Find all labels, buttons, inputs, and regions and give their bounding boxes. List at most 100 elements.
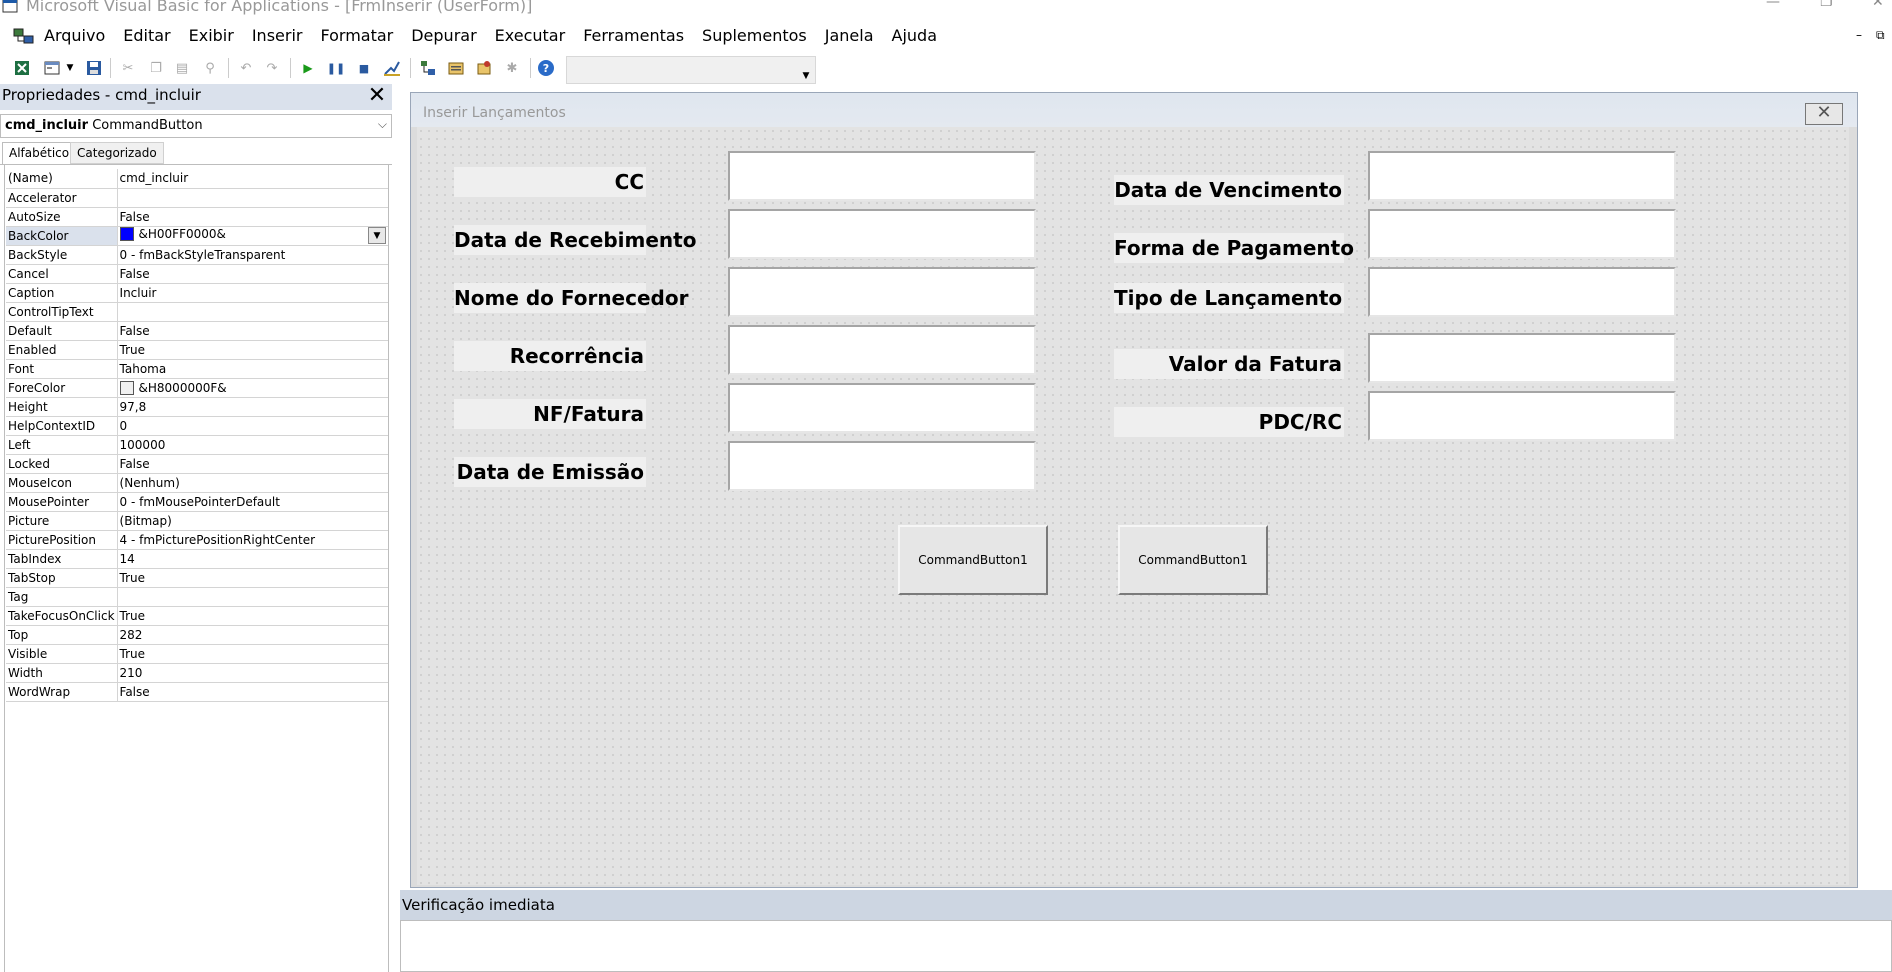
cut-icon[interactable]: ✂ [118,58,138,78]
excel-icon[interactable] [12,58,32,78]
property-value[interactable]: False [117,264,388,284]
property-row[interactable]: WordWrap False [6,682,388,702]
property-value[interactable]: False [117,207,388,227]
dropdown-arrow-icon[interactable]: ▼ [64,58,76,78]
command-button-1[interactable]: CommandButton1 [898,525,1048,595]
property-value[interactable]: 210 [117,663,388,683]
property-value[interactable]: (Nenhum) [117,473,388,493]
tab-alfabetico[interactable]: Alfabético [2,142,77,164]
property-value[interactable]: 282 [117,625,388,645]
property-row[interactable]: PicturePosition 4 - fmPicturePositionRigh… [6,530,388,550]
label-nome-fornecedor[interactable]: Nome do Fornecedor [454,283,688,313]
find-icon[interactable]: ⚲ [200,58,220,78]
label-data-vencimento[interactable]: Data de Vencimento [1114,175,1344,205]
property-row[interactable]: AutoSize False [6,207,388,227]
property-row[interactable]: Left 100000 [6,435,388,455]
property-row[interactable]: Picture (Bitmap) [6,511,388,531]
textbox-recorrencia[interactable] [728,325,1036,375]
menu-janela[interactable]: Janela [825,26,874,45]
property-row[interactable]: Width 210 [6,663,388,683]
object-selector[interactable]: cmd_incluir CommandButton ⌵ [0,114,392,138]
property-row[interactable]: Accelerator [6,188,388,208]
design-mode-icon[interactable] [382,58,402,78]
textbox-tipo-lancamento[interactable] [1368,267,1676,317]
help-icon[interactable]: ? [536,58,556,78]
insert-userform-icon[interactable] [42,58,62,78]
menu-suplementos[interactable]: Suplementos [702,26,807,45]
property-value[interactable]: True [117,340,388,360]
property-row[interactable]: TakeFocusOnClick True [6,606,388,626]
textbox-valor-fatura[interactable] [1368,333,1676,383]
property-value[interactable]: &H00FF0000& ▼ [117,226,388,246]
menu-arquivo[interactable]: Arquivo [44,26,105,45]
textbox-data-emissao[interactable] [728,441,1036,491]
redo-icon[interactable]: ↷ [262,58,282,78]
property-value[interactable]: 0 - fmMousePointerDefault [117,492,388,512]
property-row[interactable]: ControlTipText [6,302,388,322]
property-value[interactable]: Tahoma [117,359,388,379]
break-icon[interactable]: ❚❚ [326,58,346,78]
menu-ajuda[interactable]: Ajuda [892,26,938,45]
property-value[interactable]: 0 - fmBackStyleTransparent [117,245,388,265]
property-value[interactable]: False [117,321,388,341]
menu-editar[interactable]: Editar [123,26,170,45]
toolbar-overflow-icon[interactable]: ▼ [799,71,813,83]
property-value[interactable]: True [117,568,388,588]
menu-inserir[interactable]: Inserir [252,26,303,45]
property-row[interactable]: Cancel False [6,264,388,284]
property-value[interactable]: 14 [117,549,388,569]
label-data-recebimento[interactable]: Data de Recebimento [454,225,696,255]
toolbox-icon[interactable]: ✱ [502,58,522,78]
property-row[interactable]: MouseIcon (Nenhum) [6,473,388,493]
property-value[interactable]: False [117,454,388,474]
reset-icon[interactable]: ■ [354,58,374,78]
property-row[interactable]: BackStyle 0 - fmBackStyleTransparent [6,245,388,265]
property-value[interactable]: False [117,682,388,702]
property-row[interactable]: Caption Incluir [6,283,388,303]
run-icon[interactable]: ▶ [298,58,318,78]
menu-executar[interactable]: Executar [495,26,566,45]
label-forma-pagamento[interactable]: Forma de Pagamento [1114,233,1354,263]
label-recorrencia[interactable]: Recorrência [454,341,646,371]
dropdown-arrow-icon[interactable]: ▼ [368,227,386,244]
label-nf-fatura[interactable]: NF/Fatura [454,399,646,429]
property-row[interactable]: TabStop True [6,568,388,588]
property-value[interactable] [117,302,388,322]
textbox-data-recebimento[interactable] [728,209,1036,259]
property-row[interactable]: BackColor &H00FF0000& ▼ [6,226,388,246]
property-value[interactable]: True [117,644,388,664]
mdi-restore-button[interactable]: ⧉ [1876,28,1885,43]
label-data-emissao[interactable]: Data de Emissão [454,457,646,487]
label-valor-fatura[interactable]: Valor da Fatura [1114,349,1344,379]
close-window-button[interactable]: ✕ [1872,0,1884,10]
userform-close-button[interactable]: ✕ [1805,103,1843,125]
property-row[interactable]: Enabled True [6,340,388,360]
property-value[interactable]: 0 [117,416,388,436]
property-value[interactable]: &H8000000F& [117,378,388,398]
property-row[interactable]: Locked False [6,454,388,474]
object-browser-icon[interactable] [474,58,494,78]
property-row[interactable]: Default False [6,321,388,341]
chevron-down-icon[interactable]: ⌵ [378,117,387,132]
property-value[interactable]: 4 - fmPicturePositionRightCenter [117,530,388,550]
userform-frminserir[interactable]: Inserir Lançamentos ✕ CC Data de Recebim… [410,92,1858,888]
textbox-nome-fornecedor[interactable] [728,267,1036,317]
menu-formatar[interactable]: Formatar [320,26,393,45]
mdi-minimize-button[interactable]: – [1856,28,1862,42]
property-value[interactable]: 97,8 [117,397,388,417]
pane-splitter[interactable] [392,84,400,972]
restore-window-button[interactable]: ❐ [1820,0,1833,10]
property-row[interactable]: TabIndex 14 [6,549,388,569]
property-row[interactable]: Visible True [6,644,388,664]
textbox-data-vencimento[interactable] [1368,151,1676,201]
project-explorer-icon[interactable] [418,58,438,78]
copy-icon[interactable]: ❐ [146,58,166,78]
label-cc[interactable]: CC [454,167,646,197]
property-value[interactable] [117,188,388,208]
minimize-window-button[interactable]: — [1766,0,1780,10]
textbox-cc[interactable] [728,151,1036,201]
property-value[interactable] [117,587,388,607]
property-value[interactable]: True [117,606,388,626]
paste-icon[interactable]: ▤ [172,58,192,78]
property-row[interactable]: Tag [6,587,388,607]
